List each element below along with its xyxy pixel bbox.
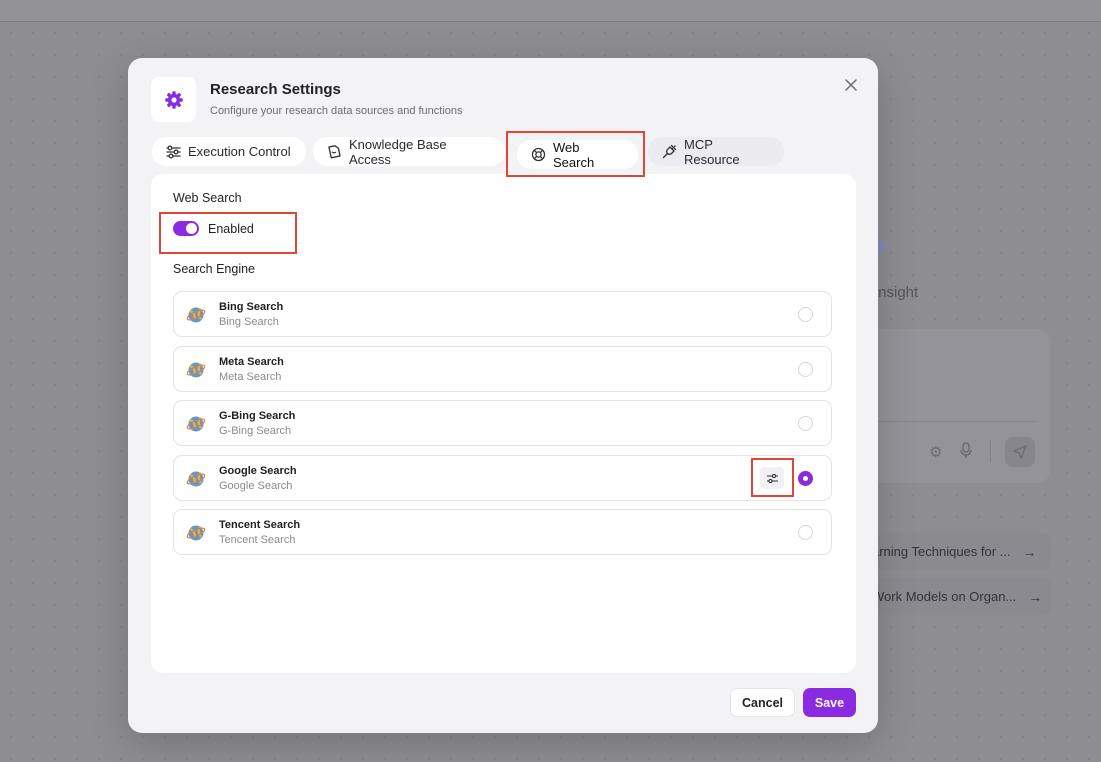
settings-gear-icon [151,77,196,122]
dialog-subtitle: Configure your research data sources and… [210,105,463,117]
engine-option-bing[interactable]: Bing Search Bing Search [173,291,832,337]
search-engine-heading: Search Engine [173,262,256,276]
engine-radio[interactable] [798,525,813,540]
engine-description: Tencent Search [219,534,296,546]
engine-description: Meta Search [219,371,282,383]
engine-option-tencent[interactable]: Tencent Search Tencent Search [173,509,832,555]
research-settings-dialog: Research Settings Configure your researc… [128,58,878,733]
tab-mcp-resource[interactable]: MCP Resource [648,136,784,167]
dialog-title: Research Settings [210,81,341,98]
engine-option-google[interactable]: Google Search Google Search [173,455,832,501]
engine-description: Bing Search [219,316,279,328]
tab-label: Knowledge Base Access [349,136,447,167]
background-topbar [0,0,1101,22]
engine-description: G-Bing Search [219,425,292,437]
plug-icon [662,144,677,159]
engine-name: G-Bing Search [219,410,296,422]
sliders-icon [166,145,181,158]
globe-icon [186,362,206,378]
send-icon [1005,437,1035,467]
close-button[interactable] [841,75,861,95]
engine-name: Bing Search [219,301,284,313]
engine-radio-selected[interactable] [798,471,813,486]
tab-label: Web Search [553,139,595,170]
engine-config-button[interactable] [760,467,784,489]
globe-icon [186,416,206,432]
document-icon [328,145,341,159]
engine-name: Meta Search [219,356,284,368]
background-separator [990,440,991,462]
background-insight-text: Insight [874,284,919,301]
background-suggestion: arning Techniques for ... → [870,533,1051,570]
tab-label: Execution Control [188,144,291,159]
tab-web-search[interactable]: Web Search [517,139,638,170]
cancel-button[interactable]: Cancel [730,688,795,717]
web-search-heading: Web Search [173,191,242,205]
engine-option-meta[interactable]: Meta Search Meta Search [173,346,832,392]
engine-radio[interactable] [798,416,813,431]
engine-radio[interactable] [798,307,813,322]
engine-description: Google Search [219,480,293,492]
engine-option-g-bing[interactable]: G-Bing Search G-Bing Search [173,400,832,446]
background-suggestion: Work Models on Organ... → [870,578,1051,615]
toggle-label: Enabled [208,221,254,236]
save-button[interactable]: Save [803,688,856,717]
microphone-icon [959,442,973,463]
engine-name: Google Search [219,465,297,477]
engine-name: Tencent Search [219,519,301,531]
globe-icon [186,471,206,487]
web-search-toggle-row: Enabled [173,221,254,236]
globe-icon [186,525,206,541]
web-search-toggle[interactable] [173,221,199,236]
engine-radio[interactable] [798,362,813,377]
lifebuoy-icon [531,147,546,162]
tab-label: MCP Resource [684,136,740,167]
globe-icon [186,307,206,323]
web-search-panel: Web Search Enabled Search Engine Bing Se… [151,174,856,673]
settings-icon: ⚙ [929,444,943,461]
tab-knowledge-base-access[interactable]: Knowledge Base Access [313,136,505,167]
close-icon [845,79,857,91]
sliders-icon [766,473,778,483]
tab-execution-control[interactable]: Execution Control [152,137,306,166]
